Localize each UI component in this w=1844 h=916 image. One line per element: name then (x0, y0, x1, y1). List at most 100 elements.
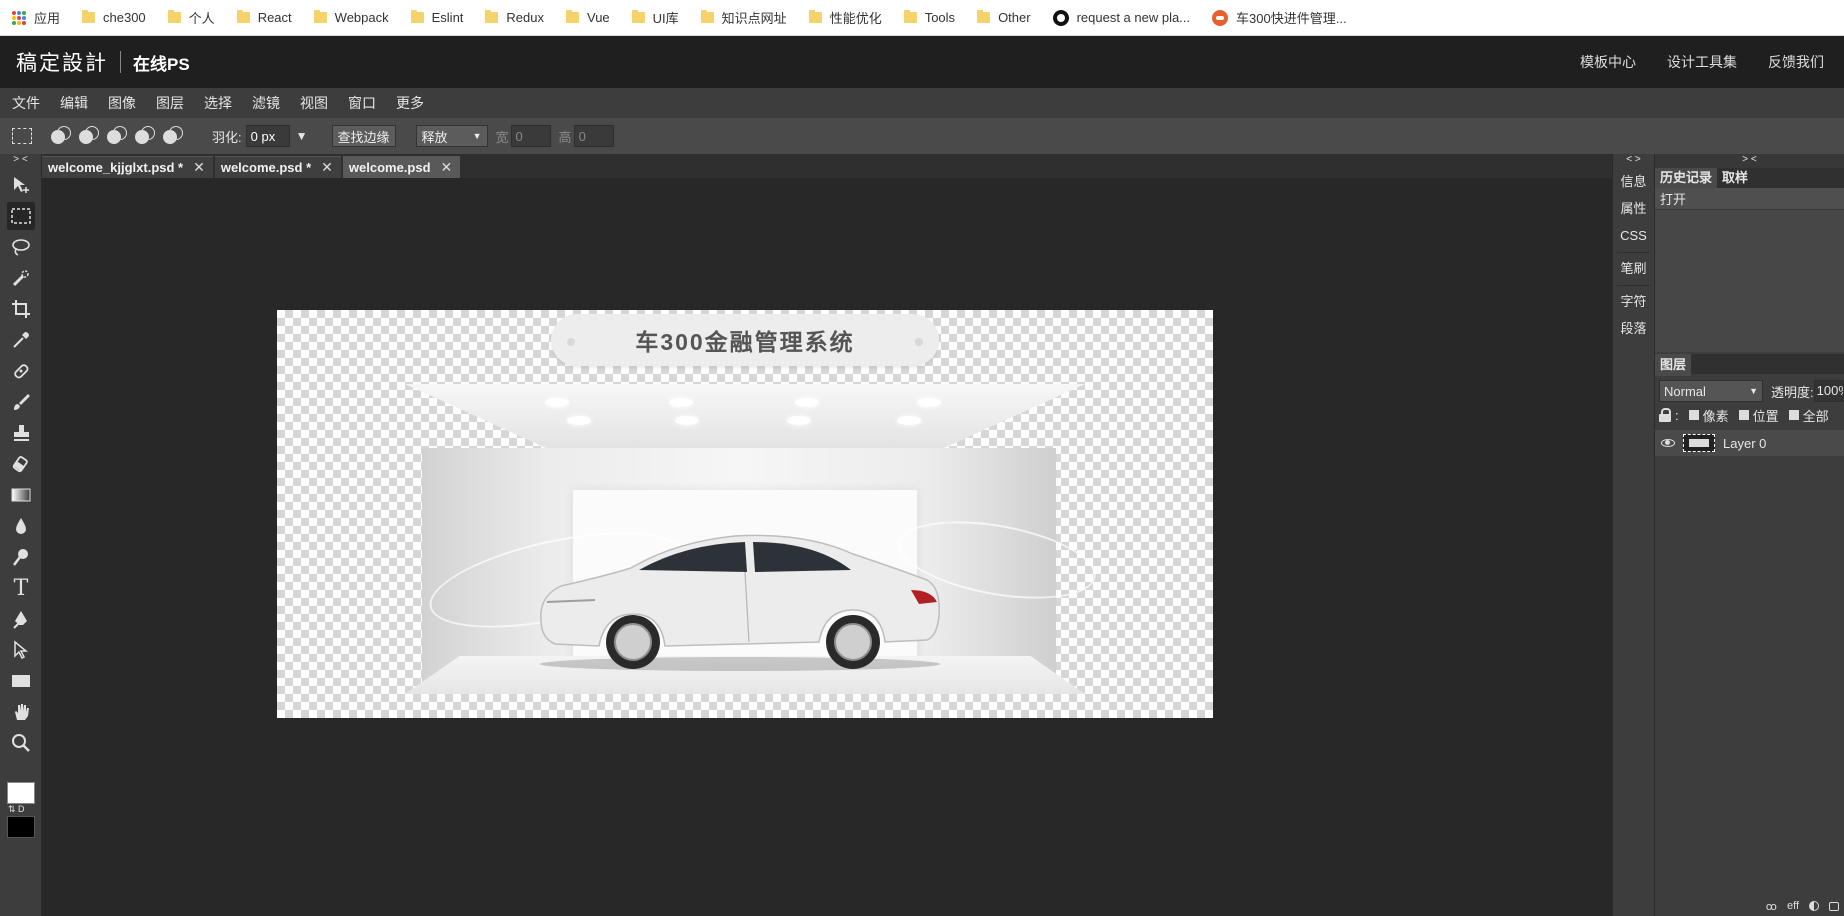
canvas-workspace[interactable]: 车300金融管理系统 (42, 178, 1612, 916)
menu-edit[interactable]: 编辑 (60, 93, 88, 113)
bookmark-webpack[interactable]: Webpack (313, 10, 389, 25)
menu-layer[interactable]: 图层 (156, 93, 184, 113)
rect-marquee-icon[interactable] (12, 128, 32, 144)
properties-panel-button[interactable]: 属性 (1613, 195, 1654, 222)
height-input[interactable]: 0 (573, 125, 614, 147)
panel-collapse-toggle[interactable]: < > (1613, 154, 1654, 168)
style-select[interactable]: 释放 ▼ (415, 125, 488, 147)
menu-file[interactable]: 文件 (12, 93, 40, 113)
blend-mode-select[interactable]: Normal ▼ (1659, 380, 1763, 402)
tab-welcome-kjjglxt[interactable]: welcome_kjjglxt.psd * ✕ (42, 156, 213, 178)
folder-icon (977, 10, 991, 23)
bookmark-react[interactable]: React (236, 10, 292, 25)
opacity-input[interactable]: 100% (1813, 380, 1844, 402)
brush-tool-icon[interactable] (7, 388, 35, 416)
design-tools-link[interactable]: 设计工具集 (1667, 52, 1737, 72)
menu-more[interactable]: 更多 (396, 93, 424, 113)
hand-tool-icon[interactable] (7, 698, 35, 726)
lock-pixels-checkbox[interactable] (1688, 410, 1699, 420)
right-panel-collapse-toggle[interactable]: > < (1655, 154, 1844, 168)
width-input[interactable]: 0 (510, 125, 551, 147)
bookmark-label: Eslint (431, 10, 464, 25)
adjustment-layer-icon[interactable] (1809, 901, 1819, 911)
bookmark-knowledge[interactable]: 知识点网址 (700, 8, 787, 27)
tab-history[interactable]: 历史记录 (1655, 168, 1718, 188)
bookmark-tools[interactable]: Tools (903, 10, 956, 25)
layer-effects-button[interactable]: eff (1787, 900, 1799, 912)
close-icon[interactable]: ✕ (193, 159, 205, 176)
healing-brush-tool-icon[interactable] (7, 357, 35, 385)
rectangle-tool-icon[interactable] (7, 667, 35, 695)
menu-window[interactable]: 窗口 (348, 93, 376, 113)
bookmark-performance[interactable]: 性能优化 (808, 8, 882, 27)
paragraph-panel-button[interactable]: 段落 (1613, 315, 1654, 342)
swap-default-colors[interactable]: ⇅ D (8, 804, 25, 815)
lasso-tool-icon[interactable] (7, 233, 35, 261)
subtract-selection-icon[interactable] (106, 125, 128, 147)
tab-swatches[interactable]: 取样 (1717, 168, 1753, 188)
type-tool-icon[interactable]: T (7, 574, 35, 602)
lock-all-checkbox[interactable] (1788, 410, 1799, 420)
close-icon[interactable]: ✕ (441, 159, 453, 176)
bookmark-personal[interactable]: 个人 (167, 8, 215, 27)
camera-icon[interactable] (1829, 901, 1839, 911)
template-center-link[interactable]: 模板中心 (1580, 52, 1636, 72)
menu-view[interactable]: 视图 (300, 93, 328, 113)
character-panel-button[interactable]: 字符 (1613, 288, 1654, 315)
link-layers-icon[interactable]: ꝏ (1766, 900, 1777, 913)
feather-input[interactable]: 0 px (245, 125, 290, 147)
gradient-tool-icon[interactable] (7, 481, 35, 509)
history-item-open[interactable]: 打开 (1655, 188, 1844, 210)
dodge-tool-icon[interactable] (7, 543, 35, 571)
menu-filter[interactable]: 滤镜 (252, 93, 280, 113)
lock-position-checkbox[interactable] (1738, 410, 1749, 420)
layer-row[interactable]: Layer 0 (1655, 430, 1844, 456)
visibility-eye-icon[interactable] (1661, 439, 1675, 447)
toolbar-collapse-toggle[interactable]: > < (0, 154, 41, 168)
bookmark-label: Tools (924, 10, 956, 25)
marquee-tool-icon[interactable] (7, 202, 35, 230)
bookmark-vue[interactable]: Vue (566, 10, 610, 25)
background-color-swatch[interactable] (7, 816, 35, 838)
bookmark-che300[interactable]: che300 (82, 10, 146, 25)
document-canvas[interactable]: 车300金融管理系统 (277, 310, 1213, 718)
add-selection-icon[interactable] (78, 125, 100, 147)
close-icon[interactable]: ✕ (321, 159, 333, 176)
folder-icon (566, 10, 579, 23)
zoom-tool-icon[interactable] (7, 729, 35, 757)
tab-welcome-active[interactable]: welcome.psd ✕ (342, 156, 461, 178)
eraser-tool-icon[interactable] (7, 450, 35, 478)
bookmark-eslint[interactable]: Eslint (410, 10, 464, 25)
blur-tool-icon[interactable] (7, 512, 35, 540)
bookmark-che300-admin[interactable]: 车300快进件管理... (1212, 8, 1347, 27)
bookmark-ui-lib[interactable]: UI库 (631, 8, 679, 27)
path-select-tool-icon[interactable] (7, 636, 35, 664)
stamp-tool-icon[interactable] (7, 419, 35, 447)
brush-panel-button[interactable]: 笔刷 (1613, 255, 1654, 282)
info-panel-button[interactable]: 信息 (1613, 168, 1654, 195)
feather-dropdown-icon[interactable]: ▼ (296, 129, 308, 143)
crop-tool-icon[interactable] (7, 295, 35, 323)
tab-welcome-modified[interactable]: welcome.psd * ✕ (214, 156, 341, 178)
new-selection-icon[interactable] (50, 125, 72, 147)
quick-select-tool-icon[interactable] (7, 264, 35, 292)
feedback-link[interactable]: 反馈我们 (1768, 52, 1824, 72)
bookmark-redux[interactable]: Redux (485, 10, 544, 25)
bookmark-label: 应用 (34, 11, 61, 26)
intersect-selection-icon[interactable] (134, 125, 156, 147)
bookmark-apps[interactable]: 应用 (12, 8, 60, 27)
css-panel-button[interactable]: CSS (1613, 222, 1654, 249)
tab-layers[interactable]: 图层 (1655, 354, 1692, 376)
apps-icon (12, 10, 26, 25)
bookmark-github[interactable]: request a new pla... (1052, 9, 1190, 26)
exclude-selection-icon[interactable] (162, 125, 184, 147)
bookmark-other[interactable]: Other (977, 10, 1031, 25)
foreground-color-swatch[interactable] (7, 782, 35, 804)
move-tool-icon[interactable] (7, 171, 35, 199)
menu-select[interactable]: 选择 (204, 93, 232, 113)
menu-image[interactable]: 图像 (108, 93, 136, 113)
brand-logo[interactable]: 稿定設計 (16, 47, 108, 77)
eyedropper-tool-icon[interactable] (7, 326, 35, 354)
refine-edge-button[interactable]: 查找边缘 (331, 125, 396, 147)
pen-tool-icon[interactable] (7, 605, 35, 633)
